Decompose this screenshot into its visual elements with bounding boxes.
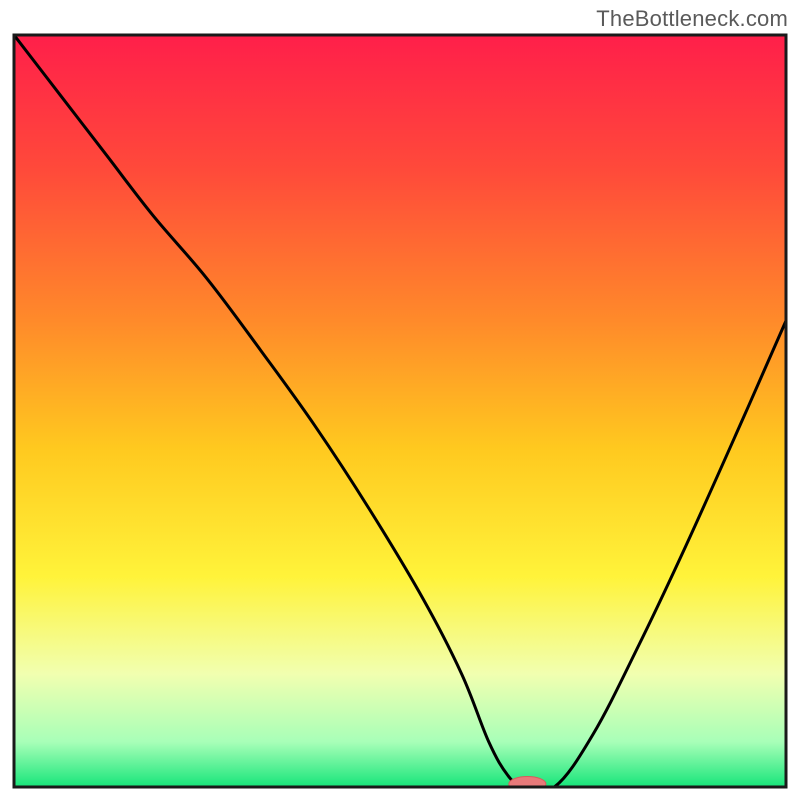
watermark-text: TheBottleneck.com: [596, 6, 788, 32]
optimum-marker: [509, 776, 546, 791]
gradient-background: [14, 35, 786, 787]
chart-container: TheBottleneck.com: [0, 0, 800, 800]
bottleneck-chart: [0, 0, 800, 800]
